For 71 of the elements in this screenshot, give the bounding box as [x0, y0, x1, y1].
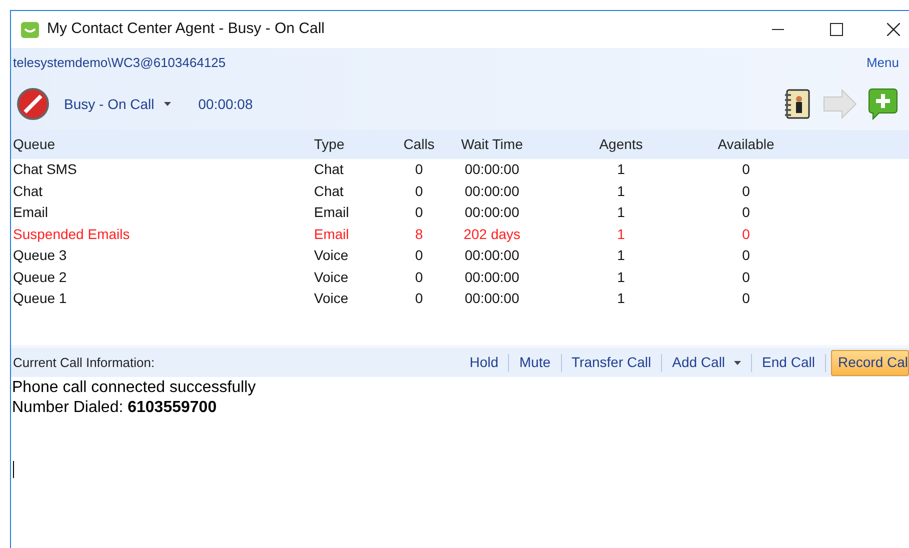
- table-cell-text: 1: [616, 182, 626, 201]
- table-cell-text: 1: [616, 246, 626, 266]
- table-cell-text: 0: [741, 203, 751, 222]
- add-chat-icon[interactable]: [867, 88, 899, 120]
- window-title: My Contact Center Agent - Busy - On Call: [47, 19, 325, 40]
- table-cell-text: Voice: [314, 268, 350, 287]
- table-cell-text: 0: [414, 246, 424, 266]
- table-cell-text: 202 days: [462, 224, 522, 244]
- table-cell-text: Queue 1: [13, 289, 68, 308]
- column-header[interactable]: Wait Time: [444, 134, 540, 155]
- table-cell-text: 0: [741, 268, 751, 287]
- table-cell-text: 1: [616, 160, 626, 180]
- table-cell-text: Chat: [314, 160, 345, 180]
- call-action-button[interactable]: Mute: [514, 350, 556, 376]
- table-cell-text: Queue 3: [13, 246, 68, 266]
- table-cell-text: Email: [314, 224, 350, 244]
- close-icon[interactable]: [887, 23, 900, 36]
- table-cell-text: 00:00:00: [464, 289, 520, 308]
- table-cell-text: Queue 2: [13, 268, 68, 287]
- table-cell-text: Suspended Emails: [13, 224, 131, 244]
- table-cell-text: Chat: [13, 182, 44, 201]
- table-cell-text: 0: [741, 182, 751, 201]
- table-cell-text: 00:00:00: [464, 203, 520, 222]
- table-cell-text: 00:00:00: [464, 160, 520, 180]
- table-cell-text: 0: [414, 160, 424, 180]
- minimize-icon[interactable]: [772, 28, 784, 30]
- call-action-button[interactable]: End Call: [757, 350, 820, 376]
- table-cell-text: 0: [414, 203, 424, 222]
- table-cell-text: 00:00:00: [464, 268, 520, 287]
- caret-icon: [164, 102, 172, 106]
- call-message: Number Dialed: 6103559700: [12, 398, 217, 418]
- table-cell-text: Email: [13, 203, 50, 222]
- table-cell-text: 0: [741, 160, 751, 180]
- table-cell-text: 1: [616, 289, 626, 308]
- table-cell-text: 1: [616, 268, 626, 287]
- app-logo-icon: [21, 22, 39, 38]
- table-cell-text: 0: [741, 224, 751, 244]
- call-action-button[interactable]: Hold: [464, 350, 504, 376]
- call-message: Phone call connected successfully: [12, 378, 256, 398]
- status-dropdown[interactable]: Busy - On Call: [64, 94, 172, 114]
- table-cell-text: 0: [414, 289, 424, 308]
- menu-link[interactable]: Menu: [866, 53, 899, 73]
- text-cursor: [13, 461, 14, 478]
- table-cell-text: 1: [616, 203, 626, 222]
- call-timer: 00:00:08: [198, 94, 253, 114]
- table-cell-text: 0: [741, 246, 751, 266]
- caret-icon: [734, 360, 742, 364]
- table-cell-text: 0: [741, 289, 751, 308]
- account-label: telesystemdemo\WC3@6103464125: [13, 54, 226, 72]
- table-cell-text: Chat SMS: [13, 160, 78, 180]
- table-cell-text: Email: [314, 203, 350, 222]
- column-header[interactable]: Agents: [540, 134, 702, 155]
- table-cell-text: 0: [414, 268, 424, 287]
- maximize-icon[interactable]: [830, 23, 843, 36]
- table-cell-text: Chat: [314, 182, 345, 201]
- call-info-label: Current Call Information:: [13, 354, 155, 372]
- call-action-button[interactable]: Record Cal: [830, 350, 909, 376]
- column-header[interactable]: Queue: [13, 134, 314, 155]
- table-cell-text: 1: [616, 224, 626, 244]
- table-cell-text: Voice: [314, 289, 350, 308]
- table-cell-text: Voice: [314, 246, 350, 266]
- table-cell-text: 0: [414, 182, 424, 201]
- table-cell-text: 00:00:00: [464, 182, 520, 201]
- call-action-button[interactable]: Add Call: [667, 350, 746, 376]
- call-action-button[interactable]: Transfer Call: [566, 350, 656, 376]
- table-cell-text: 00:00:00: [464, 246, 520, 266]
- table-cell-text: 8: [414, 224, 424, 244]
- column-header[interactable]: Type: [314, 134, 394, 155]
- column-header[interactable]: Calls: [394, 134, 444, 155]
- busy-status-icon: [16, 87, 50, 121]
- column-header[interactable]: Available: [702, 134, 790, 155]
